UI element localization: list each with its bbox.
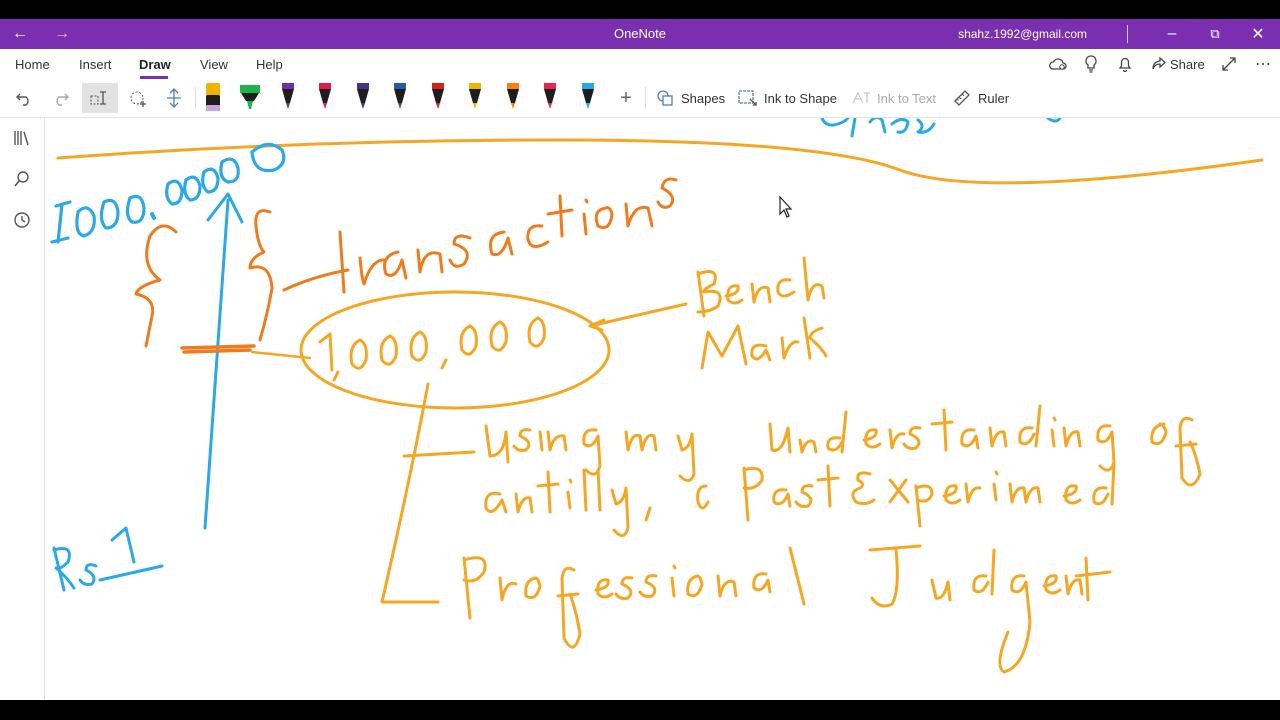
toolbar-separator [645,87,646,109]
pen-purple-icon[interactable] [276,81,300,115]
tab-draw[interactable]: Draw [139,57,171,72]
tab-help[interactable]: Help [256,57,283,72]
shapes-button[interactable]: Shapes [681,91,725,106]
tab-insert[interactable]: Insert [79,57,112,72]
expand-icon[interactable] [1219,54,1239,74]
sync-icon[interactable] [1048,54,1068,74]
minimize-icon[interactable]: – [1152,19,1192,49]
mouse-cursor-icon [779,195,793,218]
tab-view[interactable]: View [200,57,228,72]
ink-to-text-button[interactable]: Ink to Text [877,91,936,106]
app-title: OneNote [613,26,667,41]
pen-orange-icon[interactable] [501,81,525,115]
undo-icon[interactable] [12,85,36,111]
draw-toolbar: + Shapes Ink to Shape Ink to Text Ruler [0,79,1280,118]
pen-blue-icon[interactable] [388,81,412,115]
redo-icon[interactable] [49,85,73,111]
bell-icon[interactable] [1115,54,1135,74]
ruler-button[interactable]: Ruler [978,91,1009,106]
screen-bottom-border [0,700,1280,720]
share-icon[interactable] [1149,54,1169,74]
ink-to-shape-button[interactable]: Ink to Shape [764,91,837,106]
handwritten-ink [50,118,1264,674]
titlebar-divider [1127,25,1128,43]
add-space-icon[interactable] [126,85,150,111]
ink-to-text-icon[interactable] [850,85,872,111]
restore-icon[interactable]: ⧉ [1195,19,1235,49]
notebooks-icon[interactable] [12,128,32,148]
lightbulb-icon[interactable] [1081,54,1101,74]
add-pen-icon[interactable]: + [614,85,638,111]
ruler-icon[interactable] [951,85,973,111]
ink-to-shape-icon[interactable] [737,85,759,111]
insert-space-icon[interactable] [162,85,186,111]
lasso-select-icon[interactable] [82,83,118,113]
share-button[interactable]: Share [1170,57,1205,72]
ribbon-tabs: Home Insert Draw View Help Share ⋯ [0,49,1280,79]
highlighter-green-icon[interactable] [238,81,262,115]
pen-black-icon[interactable] [201,81,225,115]
pen-indigo-icon[interactable] [351,81,375,115]
pen-pink-icon[interactable] [313,81,337,115]
more-options-icon[interactable]: ⋯ [1253,54,1273,74]
recent-notes-icon[interactable] [12,210,32,230]
navigation-sidebar [0,118,45,700]
pen-light-blue-icon[interactable] [576,81,600,115]
note-canvas[interactable] [45,118,1280,700]
shapes-icon[interactable] [654,85,676,111]
title-bar: ← → OneNote shahz.1992@gmail.com – ⧉ ✕ [0,19,1280,49]
toolbar-separator [195,87,196,109]
tab-home[interactable]: Home [15,57,50,72]
account-email[interactable]: shahz.1992@gmail.com [958,27,1087,41]
pen-red-icon[interactable] [426,81,450,115]
close-icon[interactable]: ✕ [1238,19,1278,49]
pen-magenta-icon[interactable] [538,81,562,115]
search-icon[interactable] [12,169,32,189]
pen-yellow-icon[interactable] [463,81,487,115]
